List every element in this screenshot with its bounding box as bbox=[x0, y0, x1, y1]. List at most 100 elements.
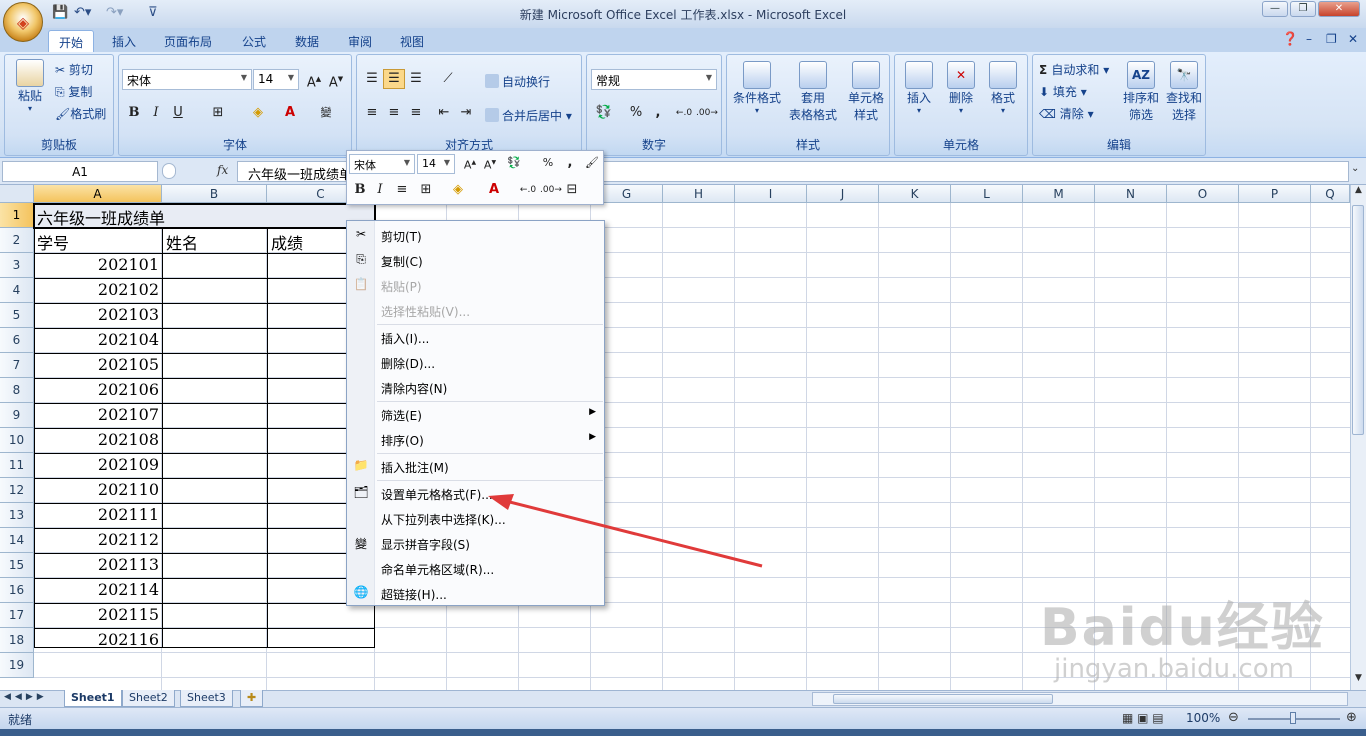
row-header[interactable]: 1 bbox=[0, 203, 34, 228]
sheet-tab-3[interactable]: Sheet3 bbox=[180, 690, 233, 707]
close-button[interactable]: ✕ bbox=[1318, 1, 1360, 17]
column-header[interactable]: K bbox=[879, 185, 951, 203]
mini-borders-button[interactable]: ⊞ bbox=[415, 180, 437, 200]
mini-italic-button[interactable]: I bbox=[369, 180, 391, 200]
cut-button[interactable]: ✂ 剪切 bbox=[55, 61, 93, 78]
context-menu-item[interactable]: ⎘ 复制(C) bbox=[347, 248, 604, 273]
horizontal-scroll-thumb[interactable] bbox=[833, 694, 1053, 704]
view-buttons-icon[interactable]: ▦ ▣ ▤ bbox=[1122, 711, 1164, 725]
mini-increase-decimal-button[interactable]: ←.0 bbox=[517, 180, 539, 200]
zoom-slider-thumb[interactable] bbox=[1290, 712, 1296, 724]
currency-button[interactable]: 💱 bbox=[593, 103, 615, 123]
borders-button[interactable]: ⊞ bbox=[207, 103, 229, 123]
mini-size-combo[interactable]: 14 ▼ bbox=[417, 154, 455, 174]
font-color-button[interactable]: A bbox=[279, 103, 301, 123]
conditional-formatting-button[interactable]: 条件格式 ▾ bbox=[731, 61, 783, 115]
format-cells-button[interactable]: 格式 ▾ bbox=[983, 61, 1023, 115]
student-id-cell[interactable]: 202115 bbox=[36, 605, 159, 624]
mini-merge-button[interactable]: ⊟ bbox=[561, 180, 583, 200]
header-cell-id[interactable]: 学号 bbox=[37, 230, 159, 254]
align-bottom-button[interactable]: ☰ bbox=[405, 69, 427, 89]
mini-comma-button[interactable]: , bbox=[559, 153, 581, 173]
minimize-button[interactable]: — bbox=[1262, 1, 1288, 17]
column-header[interactable]: A bbox=[34, 185, 162, 203]
row-header[interactable]: 13 bbox=[0, 503, 34, 528]
student-id-cell[interactable]: 202112 bbox=[36, 530, 159, 549]
name-box-splitter[interactable] bbox=[162, 163, 176, 179]
mini-center-button[interactable]: ≡ bbox=[391, 180, 413, 200]
row-header[interactable]: 10 bbox=[0, 428, 34, 453]
fill-color-button[interactable]: ◈ bbox=[247, 103, 269, 123]
column-header[interactable]: J bbox=[807, 185, 879, 203]
context-menu-item[interactable]: 清除内容(N) bbox=[347, 375, 604, 400]
scroll-down-icon[interactable]: ▼ bbox=[1351, 673, 1366, 689]
increase-indent-button[interactable]: ⇥ bbox=[455, 103, 477, 123]
align-left-button[interactable]: ≡ bbox=[361, 103, 383, 123]
align-top-button[interactable]: ☰ bbox=[361, 69, 383, 89]
vertical-scroll-thumb[interactable] bbox=[1352, 205, 1364, 435]
grow-font-button[interactable]: A▲ bbox=[303, 69, 325, 90]
shrink-font-button[interactable]: A▼ bbox=[325, 69, 347, 90]
student-id-cell[interactable]: 202107 bbox=[36, 405, 159, 424]
delete-cells-button[interactable]: ✕ 删除 ▾ bbox=[941, 61, 981, 115]
mini-font-color-button[interactable]: A bbox=[483, 180, 505, 200]
decrease-indent-button[interactable]: ⇤ bbox=[433, 103, 455, 123]
ribbon-restore-icon[interactable]: ❐ bbox=[1326, 32, 1337, 46]
student-id-cell[interactable]: 202104 bbox=[36, 330, 159, 349]
student-id-cell[interactable]: 202106 bbox=[36, 380, 159, 399]
format-painter-button[interactable]: 🖌格式刷 bbox=[55, 105, 106, 122]
row-header[interactable]: 16 bbox=[0, 578, 34, 603]
student-id-cell[interactable]: 202102 bbox=[36, 280, 159, 299]
row-header[interactable]: 3 bbox=[0, 253, 34, 278]
font-name-combo[interactable]: 宋体 ▼ bbox=[122, 69, 252, 90]
row-header[interactable]: 5 bbox=[0, 303, 34, 328]
mini-format-painter-icon[interactable]: 🖌 bbox=[581, 153, 603, 173]
redo-icon[interactable]: ↷▾ bbox=[106, 5, 123, 23]
mini-bold-button[interactable]: B bbox=[349, 180, 371, 200]
column-header[interactable]: B bbox=[162, 185, 267, 203]
mini-shrink-font-button[interactable]: A▼ bbox=[479, 153, 501, 173]
italic-button[interactable]: I bbox=[145, 103, 167, 123]
header-cell-name[interactable]: 姓名 bbox=[166, 230, 264, 254]
office-button[interactable]: ◈ bbox=[3, 2, 43, 42]
align-right-button[interactable]: ≡ bbox=[405, 103, 427, 123]
row-header[interactable]: 7 bbox=[0, 353, 34, 378]
format-as-table-button[interactable]: 套用 表格格式 bbox=[785, 61, 841, 123]
context-menu-item[interactable]: ✂ 剪切(T) bbox=[347, 223, 604, 248]
select-all-button[interactable] bbox=[0, 185, 34, 203]
mini-font-combo[interactable]: 宋体 ▼ bbox=[349, 154, 415, 174]
row-header[interactable]: 8 bbox=[0, 378, 34, 403]
row-header[interactable]: 15 bbox=[0, 553, 34, 578]
insert-function-button[interactable]: fx bbox=[217, 163, 228, 177]
context-menu-item[interactable]: 插入(I)... bbox=[347, 325, 604, 350]
align-middle-button[interactable]: ☰ bbox=[383, 69, 405, 89]
expand-formula-bar-icon[interactable]: ⌄ bbox=[1351, 163, 1359, 174]
ribbon-minimize-icon[interactable]: – bbox=[1306, 32, 1312, 46]
student-id-cell[interactable]: 202116 bbox=[36, 630, 159, 649]
vertical-scrollbar[interactable]: ▲ ▼ bbox=[1350, 185, 1366, 690]
save-icon[interactable]: 💾 bbox=[52, 5, 68, 23]
row-header[interactable]: 19 bbox=[0, 653, 34, 678]
mini-grow-font-button[interactable]: A▲ bbox=[459, 153, 481, 173]
clear-button[interactable]: ⌫ 清除 ▾ bbox=[1039, 105, 1094, 122]
column-header[interactable]: O bbox=[1167, 185, 1239, 203]
context-menu-item[interactable]: 📁 插入批注(M) bbox=[347, 454, 604, 479]
mini-currency-button[interactable]: 💱 bbox=[503, 153, 525, 173]
column-header[interactable]: L bbox=[951, 185, 1023, 203]
ribbon-close-icon[interactable]: ✕ bbox=[1348, 32, 1358, 46]
name-box[interactable]: A1 bbox=[2, 161, 158, 182]
tab-review[interactable]: 审阅 bbox=[338, 30, 382, 52]
phonetic-icon[interactable]: 變 bbox=[315, 103, 337, 123]
scroll-up-icon[interactable]: ▲ bbox=[1351, 185, 1366, 201]
context-menu-item[interactable]: 排序(O) ▶ bbox=[347, 427, 604, 452]
tab-page-layout[interactable]: 页面布局 bbox=[154, 30, 222, 52]
sheet-tab-1[interactable]: Sheet1 bbox=[64, 690, 122, 707]
undo-icon[interactable]: ↶▾ bbox=[74, 5, 91, 23]
percent-button[interactable]: % bbox=[625, 103, 647, 123]
row-header[interactable]: 11 bbox=[0, 453, 34, 478]
mini-decrease-decimal-button[interactable]: .00→ bbox=[539, 180, 562, 200]
tab-home[interactable]: 开始 bbox=[48, 30, 95, 52]
tab-view[interactable]: 视图 bbox=[390, 30, 434, 52]
student-id-cell[interactable]: 202114 bbox=[36, 580, 159, 599]
sheet-tab-2[interactable]: Sheet2 bbox=[122, 690, 175, 707]
